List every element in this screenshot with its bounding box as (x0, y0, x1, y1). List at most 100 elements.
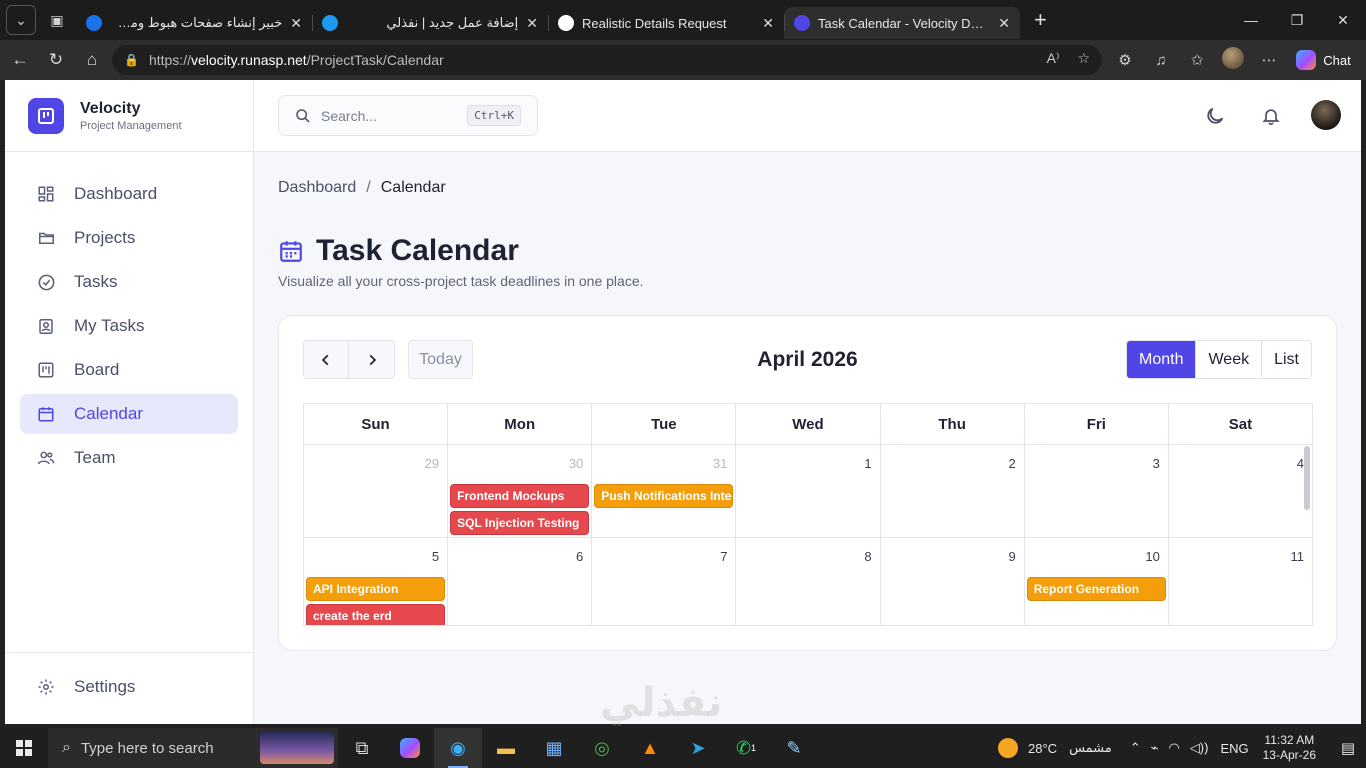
sidebar-item-settings[interactable]: Settings (20, 667, 239, 707)
profile-avatar-icon[interactable] (1218, 47, 1248, 73)
wifi-icon[interactable]: ◠ (1168, 740, 1179, 756)
taskbar-search[interactable]: ⌕ Type here to search (48, 728, 338, 768)
sidebar-item-calendar[interactable]: Calendar (20, 394, 238, 434)
calendar-icon (278, 238, 304, 264)
start-button[interactable] (0, 728, 48, 768)
tray-chevron-up-icon[interactable]: ⌃ (1130, 740, 1141, 756)
network-icon[interactable]: ⌁ (1151, 740, 1159, 756)
back-icon[interactable]: ← (2, 44, 38, 76)
new-tab-button[interactable]: + (1034, 7, 1047, 33)
calendar-day-cell[interactable]: 2 (879, 445, 1024, 537)
clock-time: 11:32 AM (1264, 733, 1315, 747)
browser-tab-4[interactable]: Task Calendar - Velocity Dashboard ✕ (784, 7, 1020, 39)
search-input[interactable]: Search... Ctrl+K (278, 95, 538, 136)
calendar-day-cell[interactable]: 31 Push Notifications Integration (591, 445, 735, 537)
breadcrumb-dashboard-link[interactable]: Dashboard (278, 179, 356, 196)
minimize-button[interactable]: — (1228, 0, 1274, 40)
media-icon[interactable]: ♫ (1146, 52, 1176, 69)
edge-browser-icon[interactable]: ◉ (434, 728, 482, 768)
tab-close-icon[interactable]: ✕ (762, 15, 774, 32)
notifications-bell-icon[interactable] (1259, 104, 1283, 128)
language-indicator[interactable]: ENG (1220, 741, 1248, 756)
window-controls: — ❐ ✕ (1228, 0, 1366, 40)
weather-sun-icon[interactable] (998, 738, 1019, 758)
copilot-chat-button[interactable]: Chat (1296, 50, 1352, 70)
calendar-event[interactable]: create the erd (306, 604, 446, 625)
workspaces-icon[interactable]: ▣ (42, 5, 72, 35)
calendar-day-cell[interactable]: 7 (591, 538, 735, 625)
whatsapp-icon[interactable]: ✆ 1 (722, 728, 770, 768)
calendar-day-cell[interactable]: 11 (1167, 538, 1312, 625)
browser-tab-3[interactable]: Realistic Details Request ✕ (548, 7, 784, 39)
calendar-event[interactable]: Push Notifications Integration (594, 484, 734, 508)
telegram-icon[interactable]: ➤ (674, 728, 722, 768)
favorites-icon[interactable]: ✩ (1182, 51, 1212, 69)
calendar-day-cell[interactable]: 29 (304, 445, 447, 537)
volume-icon[interactable]: ◁)) (1190, 740, 1209, 756)
tab-actions-button[interactable]: ⌄ (6, 5, 36, 35)
extensions-icon[interactable]: ⚙ (1110, 51, 1140, 69)
calendar-day-cell[interactable]: 6 (447, 538, 591, 625)
file-explorer-icon[interactable]: ▬ (482, 728, 530, 768)
breadcrumb: Dashboard / Calendar (278, 179, 446, 197)
user-avatar[interactable] (1311, 100, 1341, 130)
task-view-icon[interactable]: ⧉ (338, 728, 386, 768)
calendar-scrollbar[interactable] (1304, 446, 1310, 510)
sidebar-item-my-tasks[interactable]: My Tasks (20, 306, 238, 346)
calendar-day-cell[interactable]: 10 Report Generation (1023, 538, 1168, 625)
browser-tab-1[interactable]: خبير إنشاء صفحات هبوط ومسارات بيع ✕ (76, 7, 312, 39)
calendar-day-cell[interactable]: 5 API Integration create the erd (304, 538, 447, 625)
sidebar-item-board[interactable]: Board (20, 350, 238, 390)
page-heading: Task Calendar (278, 234, 519, 268)
calendar-event[interactable]: Frontend Mockups (450, 484, 590, 508)
close-window-button[interactable]: ✕ (1320, 0, 1366, 40)
copilot-app-icon[interactable] (386, 728, 434, 768)
weekday-header-mon: Mon (447, 404, 591, 444)
sidebar-item-label: Projects (74, 228, 136, 247)
calendar-day-cell[interactable]: 9 (879, 538, 1024, 625)
store-icon[interactable]: ▦ (530, 728, 578, 768)
calendar-event[interactable]: Report Generation (1026, 577, 1166, 601)
calendar-event[interactable]: SQL Injection Testing (450, 511, 590, 535)
calendar-day-cell[interactable]: 4 (1167, 445, 1312, 537)
refresh-icon[interactable]: ↻ (38, 44, 74, 76)
calendar-event[interactable]: API Integration (306, 577, 446, 601)
calendar-day-cell[interactable]: 3 (1023, 445, 1168, 537)
sidebar-menu: Dashboard Projects Tasks My Tasks Board Calen… (5, 152, 253, 478)
calendar-day-cell[interactable]: 30 Frontend Mockups SQL Injection Testing (447, 445, 591, 537)
notification-center-icon[interactable]: ▤ (1330, 739, 1366, 757)
sidebar-item-label: Board (74, 360, 120, 379)
tab-close-icon[interactable]: ✕ (526, 15, 538, 32)
sidebar-item-projects[interactable]: Projects (20, 218, 238, 258)
calendar-day-cell[interactable]: 8 (735, 538, 879, 625)
address-bar[interactable]: 🔒 https://velocity.runasp.net/ProjectTas… (112, 45, 1102, 75)
browser-tab-2[interactable]: إضافة عمل جديد | نفذلي ✕ (312, 7, 548, 39)
view-week-button[interactable]: Week (1195, 341, 1262, 378)
view-list-button[interactable]: List (1261, 341, 1311, 378)
sidebar: Velocity Project Management Dashboard Pro… (5, 80, 254, 724)
home-icon[interactable]: ⌂ (74, 44, 110, 76)
calendar-day-cell[interactable]: 1 (735, 445, 879, 537)
tab-close-icon[interactable]: ✕ (290, 15, 302, 32)
sidebar-item-team[interactable]: Team (20, 438, 238, 478)
sidebar-item-dashboard[interactable]: Dashboard (20, 174, 238, 214)
clock[interactable]: 11:32 AM 13-Apr-26 (1263, 733, 1316, 763)
sidebar-item-label: Tasks (74, 272, 118, 291)
taskbar-search-placeholder: Type here to search (80, 739, 214, 757)
calendar-week-row: 5 API Integration create the erd 6 7 8 9 10 Repo… (304, 538, 1312, 625)
brand[interactable]: Velocity Project Management (5, 80, 253, 152)
calendar-weeks: 29 30 Frontend Mockups SQL Injection Testin… (304, 445, 1312, 625)
favorite-star-icon[interactable]: ☆ (1077, 50, 1090, 67)
vlc-icon[interactable]: ▲ (626, 728, 674, 768)
tab-close-icon[interactable]: ✕ (998, 15, 1010, 32)
day-number: 3 (1152, 456, 1160, 471)
more-menu-icon[interactable]: ⋯ (1254, 51, 1284, 69)
read-aloud-icon[interactable]: A⁾ (1047, 50, 1060, 67)
sidebar-item-tasks[interactable]: Tasks (20, 262, 238, 302)
dark-mode-moon-icon[interactable] (1203, 104, 1227, 128)
view-month-button[interactable]: Month (1127, 341, 1196, 378)
chrome-icon[interactable]: ◎ (578, 728, 626, 768)
restore-button[interactable]: ❐ (1274, 0, 1320, 40)
tab-title: Task Calendar - Velocity Dashboard (818, 15, 991, 31)
notepad-icon[interactable]: ✎ (770, 728, 818, 768)
